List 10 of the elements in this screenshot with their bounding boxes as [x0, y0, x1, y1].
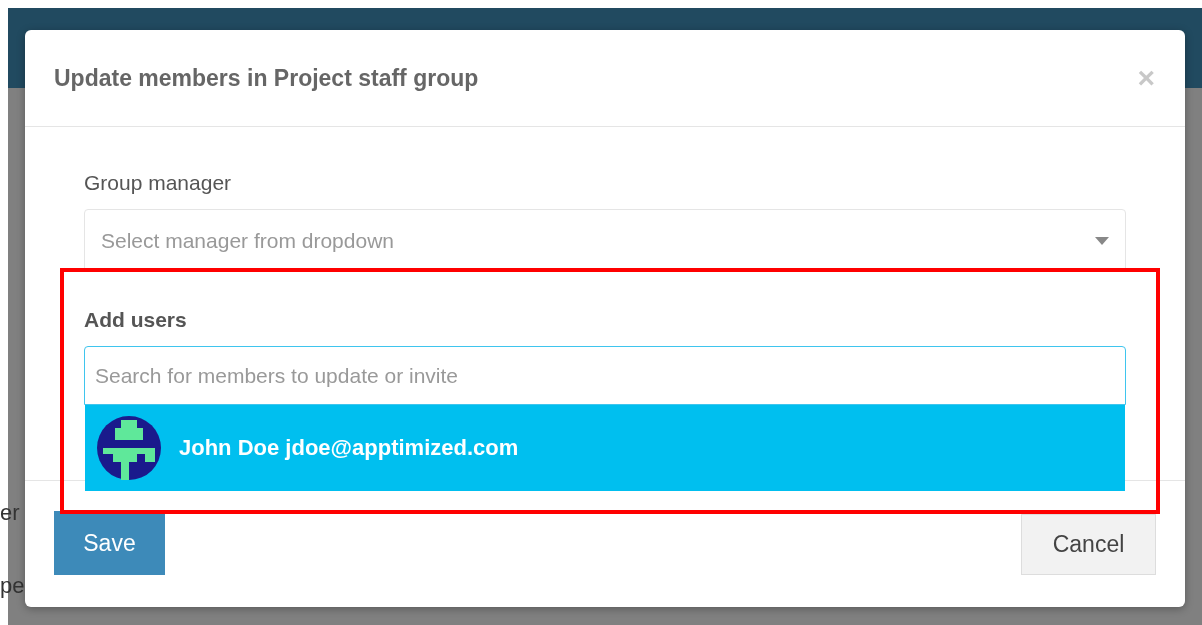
close-button[interactable]: ×: [1137, 63, 1155, 93]
cancel-button[interactable]: Cancel: [1021, 514, 1156, 575]
result-item[interactable]: John Doe jdoe@apptimized.com: [85, 405, 1125, 491]
caret-icon: [1095, 236, 1109, 245]
search-field[interactable]: Search for members to update or invite: [84, 346, 1126, 405]
field-label: Group manager: [84, 171, 232, 195]
avatar-icon: [97, 416, 161, 480]
field-label: Add users: [84, 308, 187, 332]
dialog-title: Update members in Project staff group: [54, 64, 479, 92]
save-button[interactable]: Save: [54, 511, 165, 575]
